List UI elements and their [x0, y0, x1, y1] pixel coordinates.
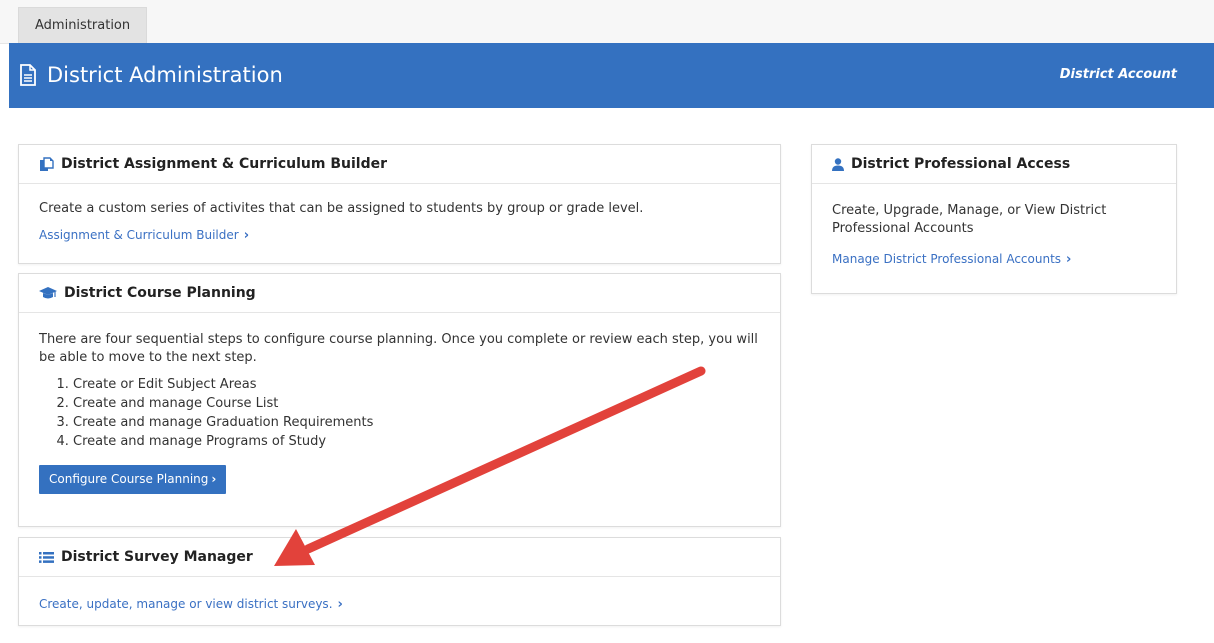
card-title: District Course Planning	[64, 285, 256, 301]
account-type: District Account	[1059, 67, 1177, 82]
card-title: District Professional Access	[851, 156, 1071, 172]
list-item: Create or Edit Subject Areas	[73, 375, 760, 394]
card-header: District Survey Manager	[19, 538, 780, 577]
chevron-right-icon: ›	[243, 228, 250, 243]
page-header: District Administration District Account	[9, 43, 1214, 108]
card-header: District Assignment & Curriculum Builder	[19, 145, 780, 184]
assignment-builder-link[interactable]: Assignment & Curriculum Builder ›	[39, 226, 249, 245]
list-item: Create and manage Programs of Study	[73, 432, 760, 451]
configure-course-planning-button[interactable]: Configure Course Planning ›	[39, 465, 227, 494]
graduation-cap-icon	[39, 287, 57, 299]
chevron-right-icon: ›	[211, 472, 217, 486]
survey-manager-link[interactable]: Create, update, manage or view district …	[39, 595, 343, 614]
chevron-right-icon: ›	[337, 597, 343, 612]
user-icon	[832, 157, 844, 171]
chevron-right-icon: ›	[1066, 252, 1072, 267]
tab-bar: Administration	[0, 0, 1214, 44]
professional-access-card: District Professional Access Create, Upg…	[811, 144, 1177, 294]
document-icon	[20, 64, 36, 86]
course-planning-card: District Course Planning There are four …	[18, 273, 781, 527]
list-item: Create and manage Course List	[73, 394, 760, 413]
assignment-builder-card: District Assignment & Curriculum Builder…	[18, 144, 781, 264]
card-header: District Course Planning	[19, 274, 780, 313]
card-title: District Survey Manager	[61, 549, 253, 565]
card-title: District Assignment & Curriculum Builder	[61, 156, 387, 172]
tab-administration[interactable]: Administration	[18, 7, 148, 44]
card-description: Create, Upgrade, Manage, or View Distric…	[832, 203, 1107, 236]
card-description: There are four sequential steps to confi…	[39, 332, 758, 365]
list-item: Create and manage Graduation Requirement…	[73, 413, 760, 432]
card-description: Create a custom series of activites that…	[39, 201, 644, 216]
list-icon	[39, 551, 54, 563]
manage-professional-accounts-link[interactable]: Manage District Professional Accounts ›	[832, 250, 1071, 269]
page-title: District Administration	[47, 63, 283, 87]
card-header: District Professional Access	[812, 145, 1176, 184]
survey-manager-card: District Survey Manager Create, update, …	[18, 537, 781, 626]
course-planning-steps: Create or Edit Subject Areas Create and …	[39, 375, 760, 451]
copy-icon	[40, 156, 54, 171]
